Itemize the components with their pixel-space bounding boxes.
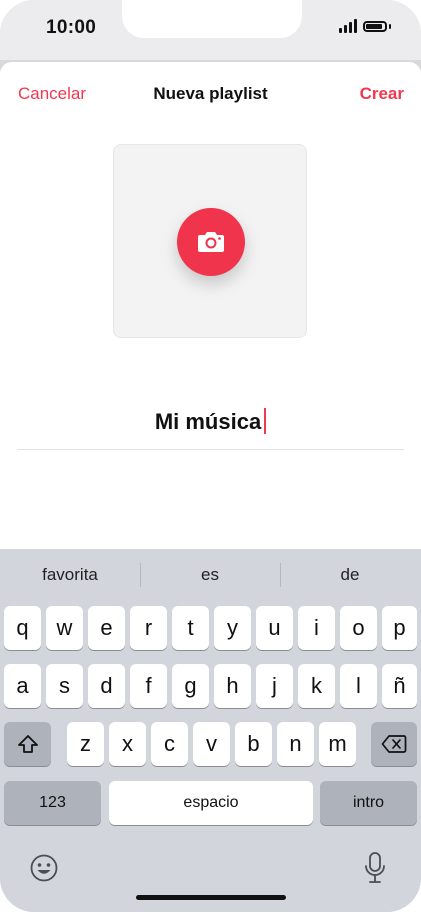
create-button[interactable]: Crear xyxy=(360,84,404,104)
key-p[interactable]: p xyxy=(382,606,417,650)
key-n-tilde[interactable]: ñ xyxy=(382,664,417,708)
name-field-divider xyxy=(17,449,404,450)
suggestion-bar: favorita es de xyxy=(0,549,421,601)
key-a[interactable]: a xyxy=(4,664,41,708)
key-o[interactable]: o xyxy=(340,606,377,650)
key-t[interactable]: t xyxy=(172,606,209,650)
key-s[interactable]: s xyxy=(46,664,83,708)
key-n[interactable]: n xyxy=(277,722,314,766)
dictation-button[interactable] xyxy=(358,849,392,887)
notch xyxy=(122,0,302,38)
key-g[interactable]: g xyxy=(172,664,209,708)
key-m[interactable]: m xyxy=(319,722,356,766)
device-frame: 10:00 Nueva playlist Cancelar Crear Mi m… xyxy=(0,0,421,912)
key-c[interactable]: c xyxy=(151,722,188,766)
backspace-icon xyxy=(381,735,407,753)
key-h[interactable]: h xyxy=(214,664,251,708)
cancel-button[interactable]: Cancelar xyxy=(18,84,86,104)
return-key[interactable]: intro xyxy=(320,781,417,825)
suggestion-1[interactable]: favorita xyxy=(0,565,140,585)
playlist-name-field[interactable]: Mi música xyxy=(0,408,421,435)
delete-key[interactable] xyxy=(371,722,417,766)
key-k[interactable]: k xyxy=(298,664,335,708)
key-x[interactable]: x xyxy=(109,722,146,766)
key-d[interactable]: d xyxy=(88,664,125,708)
key-u[interactable]: u xyxy=(256,606,293,650)
playlist-name-value[interactable]: Mi música xyxy=(155,409,261,434)
shift-key[interactable] xyxy=(4,722,51,766)
status-icons xyxy=(339,19,391,33)
key-q[interactable]: q xyxy=(4,606,41,650)
battery-icon xyxy=(363,20,387,32)
signal-icon xyxy=(339,19,357,33)
shift-icon xyxy=(17,735,38,753)
text-cursor xyxy=(264,408,267,434)
emoji-button[interactable] xyxy=(27,851,61,885)
emoji-icon xyxy=(30,854,58,882)
suggestion-3[interactable]: de xyxy=(280,565,420,585)
key-w[interactable]: w xyxy=(46,606,83,650)
home-indicator[interactable] xyxy=(136,895,286,900)
add-photo-button[interactable] xyxy=(177,208,245,276)
key-r[interactable]: r xyxy=(130,606,167,650)
key-b[interactable]: b xyxy=(235,722,272,766)
key-z[interactable]: z xyxy=(67,722,104,766)
key-v[interactable]: v xyxy=(193,722,230,766)
status-bar: 10:00 xyxy=(0,0,421,60)
keyboard: favorita es de q w e r t y u i o p a s d… xyxy=(0,549,421,912)
space-key[interactable]: espacio xyxy=(109,781,313,825)
key-i[interactable]: i xyxy=(298,606,335,650)
playlist-artwork[interactable] xyxy=(113,144,307,338)
key-l[interactable]: l xyxy=(340,664,377,708)
key-e[interactable]: e xyxy=(88,606,125,650)
numbers-key[interactable]: 123 xyxy=(4,781,101,825)
key-j[interactable]: j xyxy=(256,664,293,708)
camera-icon xyxy=(198,232,224,252)
microphone-icon xyxy=(365,852,385,883)
battery-tip xyxy=(389,23,391,29)
status-time: 10:00 xyxy=(46,17,97,38)
key-y[interactable]: y xyxy=(214,606,251,650)
new-playlist-sheet: Nueva playlist Cancelar Crear Mi música xyxy=(0,62,421,552)
key-f[interactable]: f xyxy=(130,664,167,708)
suggestion-2[interactable]: es xyxy=(140,565,280,585)
